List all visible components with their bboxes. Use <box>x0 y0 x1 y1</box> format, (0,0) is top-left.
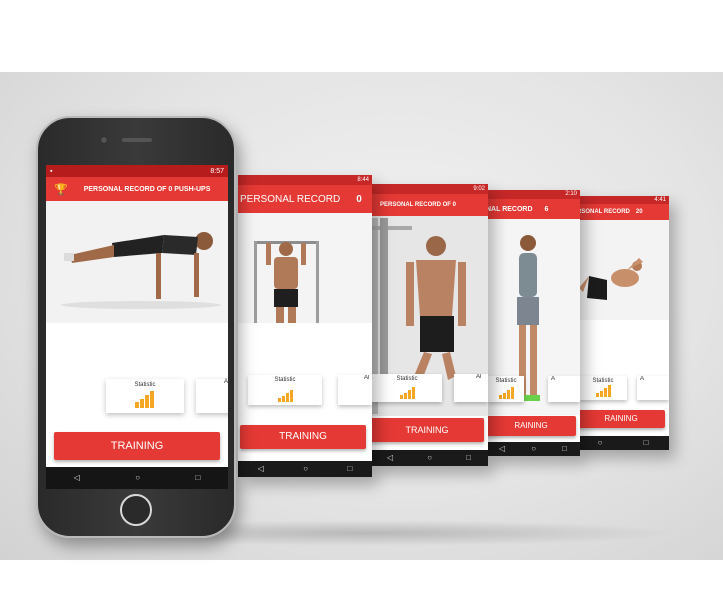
pushup-figure <box>61 232 221 309</box>
next-tile[interactable]: A <box>548 376 580 402</box>
app-bar-title: NAL RECORD <box>486 205 533 213</box>
screen-card-dips: 9:02 PERSONAL RECORD OF 0 Statistic Al T… <box>370 184 488 466</box>
statistic-tile[interactable]: Statistic <box>372 374 442 402</box>
status-bar: 4:41 <box>577 196 669 204</box>
screen-card-pullups: 8:44 PERSONAL RECORD 0 Statistic Al TRAI… <box>238 175 372 477</box>
record-count: 20 <box>635 209 643 215</box>
recents-nav-icon[interactable]: □ <box>644 439 649 447</box>
home-nav-icon[interactable]: ○ <box>135 474 140 482</box>
crunch-photo <box>577 220 669 320</box>
app-bar: RSONAL RECORD 20 <box>577 204 669 220</box>
next-tile[interactable]: A <box>637 376 669 400</box>
android-nav-bar: ○ □ <box>577 436 669 450</box>
earpiece-speaker <box>122 138 152 142</box>
android-nav-bar: ◁ ○ □ <box>486 442 580 456</box>
next-tile[interactable]: Al <box>454 374 488 402</box>
back-nav-icon[interactable]: ◁ <box>499 445 505 453</box>
status-bar: 9:02 <box>370 184 488 194</box>
app-bar-title: PERSONAL RECORD <box>240 193 341 205</box>
back-nav-icon[interactable]: ◁ <box>258 465 264 473</box>
app-bar: PERSONAL RECORD 0 <box>238 185 372 213</box>
statistic-tile[interactable]: Statistic <box>579 376 627 400</box>
pullups-photo <box>238 213 372 323</box>
pullup-figure <box>254 241 319 323</box>
statistic-tile[interactable]: Statistic <box>488 376 524 402</box>
training-button[interactable]: TRAINING <box>240 425 366 449</box>
status-time: 8:57 <box>210 167 224 175</box>
recents-nav-icon[interactable]: □ <box>195 474 200 482</box>
app-bar: PERSONAL RECORD OF 0 <box>370 194 488 216</box>
app-bar-title: PERSONAL RECORD OF 0 <box>380 202 456 208</box>
bar-chart-icon <box>278 390 293 402</box>
screen-card-crunch: 4:41 RSONAL RECORD 20 Statistic A RAININ… <box>577 196 669 450</box>
home-nav-icon[interactable]: ○ <box>427 454 432 462</box>
app-bar-title: RSONAL RECORD <box>577 209 630 215</box>
recents-nav-icon[interactable]: □ <box>562 445 567 453</box>
training-button[interactable]: TRAINING <box>54 432 220 460</box>
home-nav-icon[interactable]: ○ <box>531 445 536 453</box>
bar-chart-icon <box>596 385 611 397</box>
next-tile[interactable]: Al <box>196 379 228 413</box>
back-nav-icon[interactable]: ◁ <box>387 454 393 462</box>
statistic-tile[interactable]: Statistic <box>106 379 184 413</box>
trophy-icon: 🏆 <box>54 183 68 196</box>
training-button[interactable]: RAINING <box>486 416 576 436</box>
bar-chart-icon <box>400 387 415 399</box>
android-nav-bar: ◁ ○ □ <box>46 467 228 489</box>
android-nav-bar: ◁ ○ □ <box>238 461 372 477</box>
recents-nav-icon[interactable]: □ <box>347 465 352 473</box>
home-nav-icon[interactable]: ○ <box>303 465 308 473</box>
app-bar: 🏆 PERSONAL RECORD OF 0 PUSH-UPS <box>46 177 228 201</box>
app-bar: NAL RECORD 6 <box>486 199 580 219</box>
status-bar: 2:10 <box>486 190 580 199</box>
next-tile[interactable]: Al <box>338 375 372 405</box>
training-button[interactable]: RAINING <box>577 410 665 428</box>
recents-nav-icon[interactable]: □ <box>466 454 471 462</box>
training-button[interactable]: TRAINING <box>370 418 484 442</box>
phone-device: ▪ 8:57 🏆 PERSONAL RECORD OF 0 PUSH-UPS S… <box>36 116 236 538</box>
home-button[interactable] <box>120 494 152 526</box>
back-nav-icon[interactable]: ◁ <box>74 474 80 482</box>
sim-icon: ▪ <box>50 167 53 175</box>
phone-screen: ▪ 8:57 🏆 PERSONAL RECORD OF 0 PUSH-UPS S… <box>46 165 228 489</box>
screen-card-squat: 2:10 NAL RECORD 6 Statistic A RAINING ◁ … <box>486 190 580 456</box>
status-bar: 8:44 <box>238 175 372 185</box>
statistic-tile[interactable]: Statistic <box>248 375 322 405</box>
statistic-label: Statistic <box>134 382 156 388</box>
status-bar: ▪ 8:57 <box>46 165 228 177</box>
bar-chart-icon <box>135 391 154 408</box>
app-bar-title: PERSONAL RECORD OF 0 PUSH-UPS <box>83 185 211 193</box>
home-nav-icon[interactable]: ○ <box>598 439 603 447</box>
record-count: 0 <box>356 193 362 205</box>
front-camera <box>100 136 108 144</box>
pushup-photo <box>46 201 228 323</box>
record-count: 6 <box>544 205 549 213</box>
android-nav-bar: ◁ ○ □ <box>370 450 488 466</box>
bar-chart-icon <box>499 387 514 399</box>
crunch-figure <box>579 258 643 300</box>
